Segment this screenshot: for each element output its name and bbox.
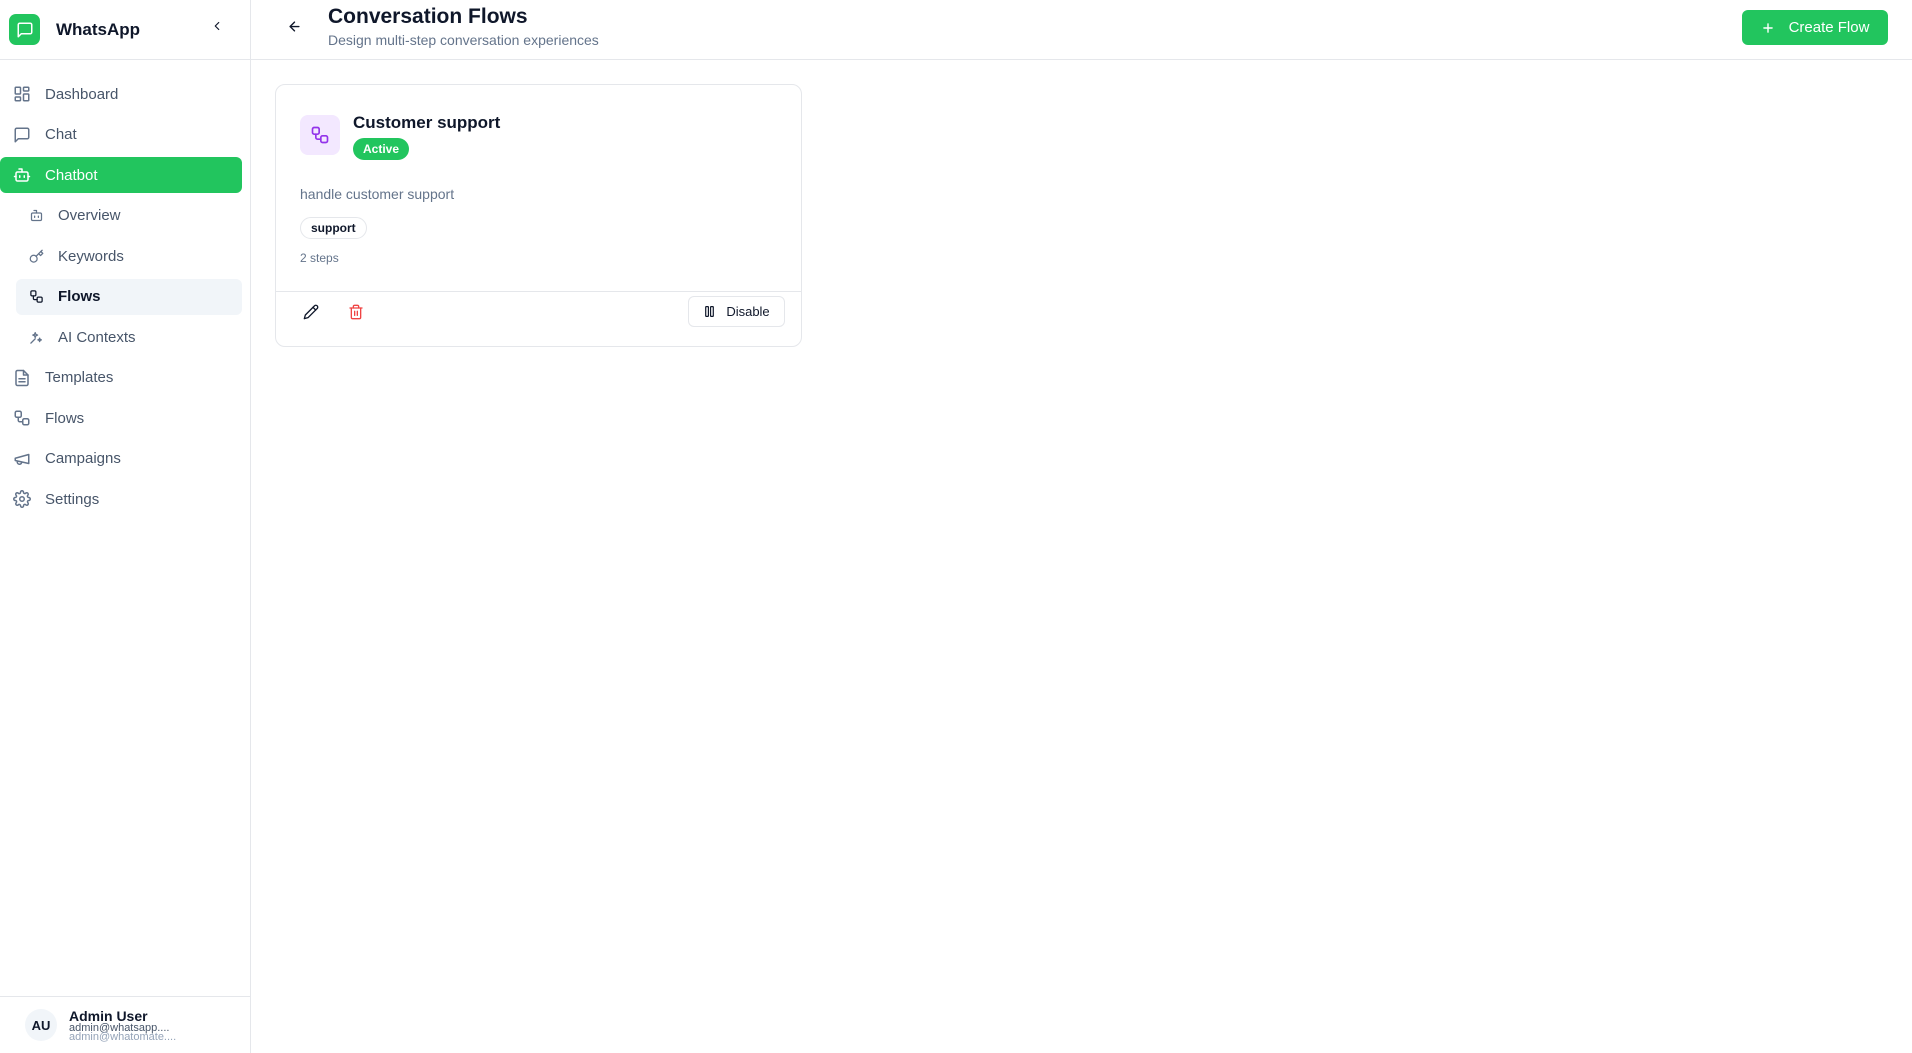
sidebar-item-chat[interactable]: Chat: [0, 117, 242, 153]
flow-steps-count: 2 steps: [300, 251, 339, 265]
main-content: Conversation Flows Design multi-step con…: [251, 0, 1912, 1053]
pause-icon: [703, 305, 716, 318]
sidebar-item-label: Flows: [45, 409, 85, 427]
page-header: Conversation Flows Design multi-step con…: [251, 0, 1912, 60]
sidebar-subitem-label: Overview: [58, 207, 121, 224]
edit-flow-button[interactable]: [300, 301, 322, 323]
user-email-secondary: admin@whatomate....: [69, 1031, 177, 1043]
create-flow-label: Create Flow: [1788, 19, 1870, 36]
brand-name: WhatsApp: [56, 19, 141, 39]
sidebar-item-label: Campaigns: [45, 450, 121, 467]
workflow-icon: [28, 289, 44, 305]
page-title: Conversation Flows: [328, 5, 528, 28]
sidebar-item-label: Dashboard: [45, 85, 119, 103]
flow-title: Customer support: [353, 113, 501, 132]
sidebar-subitem-ai-contexts[interactable]: AI Contexts: [16, 319, 242, 355]
workflow-icon: [13, 409, 31, 427]
flow-card-footer: Disable: [276, 291, 801, 346]
sidebar-item-templates[interactable]: Templates: [0, 360, 242, 396]
trash-icon: [349, 304, 363, 320]
bot-icon: [28, 208, 44, 224]
sidebar-item-settings[interactable]: Settings: [0, 481, 242, 517]
sidebar-subitem-label: AI Contexts: [58, 328, 136, 346]
sidebar-item-label: Chatbot: [45, 166, 98, 184]
sidebar-item-label: Templates: [45, 369, 114, 386]
sidebar-subitem-label: Flows: [58, 288, 101, 305]
sidebar-item-label: Chat: [45, 126, 77, 143]
sidebar-subitem-label: Keywords: [58, 247, 124, 265]
chevron-left-icon: [214, 21, 220, 31]
sparkles-icon: [28, 329, 44, 345]
user-info: Admin User admin@whatsapp.... admin@what…: [69, 1005, 219, 1045]
key-icon: [28, 248, 44, 264]
sidebar-item-chatbot[interactable]: Chatbot: [0, 157, 242, 193]
file-text-icon: [13, 369, 31, 387]
workflow-icon: [300, 115, 340, 155]
disable-flow-button[interactable]: Disable: [688, 296, 785, 327]
user-menu[interactable]: AU Admin User admin@whatsapp.... admin@w…: [0, 996, 250, 1053]
disable-label: Disable: [726, 304, 770, 319]
collapse-sidebar-button[interactable]: [207, 15, 227, 37]
sidebar-item-campaigns[interactable]: Campaigns: [0, 441, 242, 477]
create-flow-button[interactable]: Create Flow: [1742, 10, 1888, 45]
sidebar-subitem-overview[interactable]: Overview: [16, 198, 242, 234]
arrow-left-icon: [288, 20, 300, 32]
page-subtitle: Design multi-step conversation experienc…: [328, 32, 599, 48]
sidebar: WhatsApp Dashboard Chat Chatbot Overview…: [0, 0, 251, 1053]
pencil-icon: [303, 304, 319, 320]
sidebar-item-flows[interactable]: Flows: [0, 400, 242, 436]
bot-icon: [13, 166, 31, 184]
avatar: AU: [25, 1009, 57, 1041]
sidebar-brand: WhatsApp: [0, 0, 250, 60]
message-square-icon: [13, 126, 31, 144]
settings-icon: [13, 490, 31, 508]
megaphone-icon: [13, 450, 31, 468]
back-button[interactable]: [284, 16, 304, 36]
status-badge: Active: [353, 138, 410, 160]
sidebar-subitem-keywords[interactable]: Keywords: [16, 238, 242, 274]
layout-dashboard-icon: [13, 85, 31, 103]
delete-flow-button[interactable]: [345, 301, 367, 323]
sidebar-nav: Dashboard Chat Chatbot Overview Keywords…: [0, 60, 250, 517]
sidebar-item-dashboard[interactable]: Dashboard: [0, 76, 242, 112]
flow-card: Customer support Active handle customer …: [275, 84, 802, 347]
flow-description: handle customer support: [300, 186, 455, 202]
app-root: WhatsApp Dashboard Chat Chatbot Overview…: [0, 0, 1912, 1053]
flow-tag: support: [300, 217, 367, 239]
sidebar-item-label: Settings: [45, 490, 100, 508]
sidebar-subitem-flows[interactable]: Flows: [16, 278, 242, 315]
message-square-icon: [9, 14, 40, 45]
plus-icon: [1761, 21, 1775, 35]
